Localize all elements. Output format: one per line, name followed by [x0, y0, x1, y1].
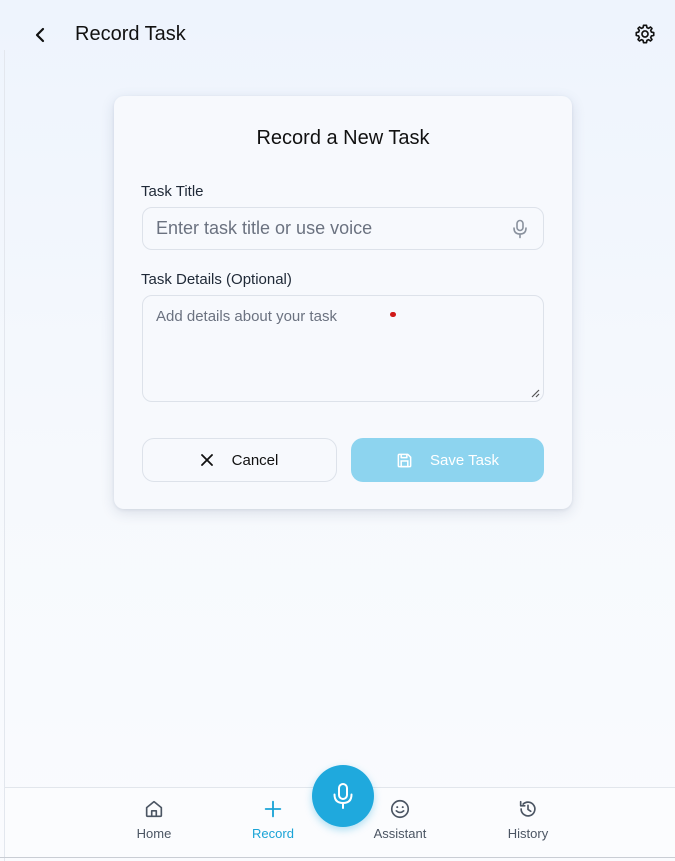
nav-label-assistant: Assistant: [373, 826, 427, 841]
save-button-label: Save Task: [430, 451, 499, 469]
cancel-button[interactable]: Cancel: [142, 438, 337, 482]
window-bottom-edge: [0, 857, 675, 858]
record-task-card: Record a New Task Task Title Task Detail…: [114, 96, 572, 509]
save-icon: [397, 453, 412, 467]
gear-icon: [635, 24, 655, 44]
nav-label-history: History: [507, 826, 549, 841]
back-button[interactable]: [28, 22, 54, 48]
microphone-icon: [333, 783, 353, 809]
task-title-input[interactable]: [143, 208, 543, 249]
voice-input-icon[interactable]: [511, 219, 529, 239]
voice-record-button[interactable]: [312, 765, 374, 827]
task-details-input[interactable]: [142, 295, 544, 402]
recording-indicator-dot: [390, 312, 396, 317]
task-details-label: Task Details (Optional): [141, 271, 292, 288]
nav-item-record[interactable]: Record: [233, 798, 313, 841]
history-icon: [519, 800, 536, 817]
settings-button[interactable]: [632, 21, 658, 47]
window-left-edge: [4, 50, 5, 861]
form-heading: Record a New Task: [256, 127, 430, 149]
page-title: Record Task: [75, 23, 186, 45]
resize-handle-icon[interactable]: [530, 388, 540, 398]
home-icon: [145, 800, 163, 818]
app-header: Record Task: [0, 0, 675, 70]
close-icon: [200, 454, 213, 466]
task-title-label: Task Title: [141, 183, 204, 200]
task-title-field: [142, 207, 544, 250]
smile-icon: [390, 799, 410, 819]
cancel-button-label: Cancel: [231, 451, 279, 469]
task-details-field: [142, 295, 544, 402]
nav-item-home[interactable]: Home: [114, 798, 194, 841]
nav-item-history[interactable]: History: [488, 798, 568, 841]
nav-label-home: Home: [136, 826, 172, 841]
nav-label-record: Record: [252, 826, 294, 841]
plus-icon: [264, 800, 282, 818]
save-task-button[interactable]: Save Task: [351, 438, 544, 482]
chevron-left-icon: [35, 27, 45, 43]
